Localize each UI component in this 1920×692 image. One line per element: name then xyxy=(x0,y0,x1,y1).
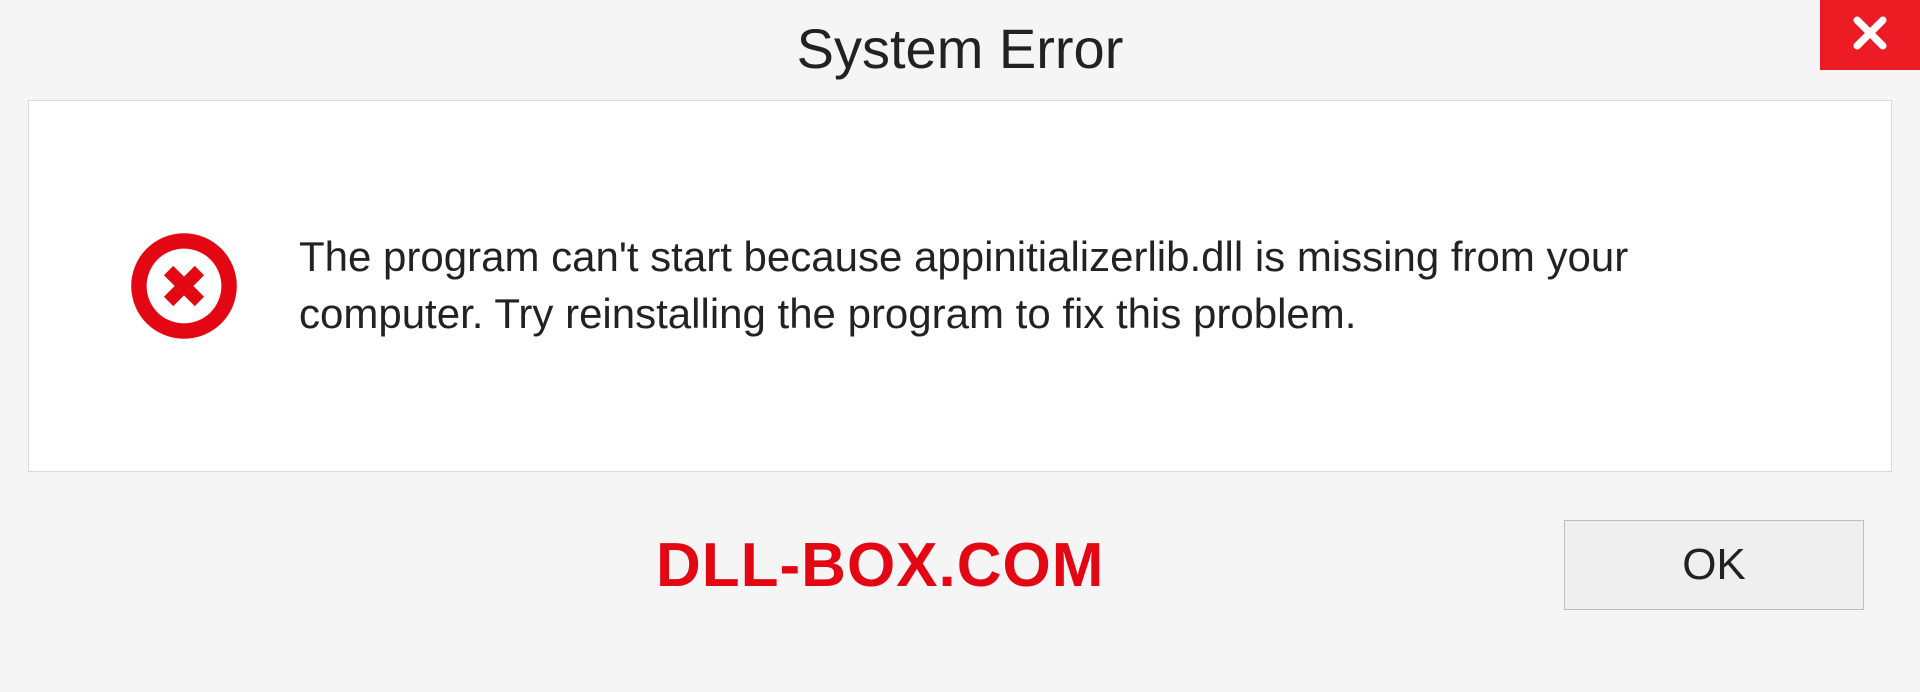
dialog-title: System Error xyxy=(797,16,1124,81)
error-icon xyxy=(129,231,239,341)
error-message: The program can't start because appiniti… xyxy=(299,229,1799,342)
titlebar: System Error xyxy=(0,0,1920,100)
branding-text: DLL-BOX.COM xyxy=(656,530,1104,601)
bottom-bar: DLL-BOX.COM OK xyxy=(0,500,1920,610)
close-button[interactable] xyxy=(1820,0,1920,70)
ok-button-label: OK xyxy=(1682,540,1746,590)
content-panel: The program can't start because appiniti… xyxy=(28,100,1892,472)
close-icon xyxy=(1848,11,1892,60)
ok-button[interactable]: OK xyxy=(1564,520,1864,610)
